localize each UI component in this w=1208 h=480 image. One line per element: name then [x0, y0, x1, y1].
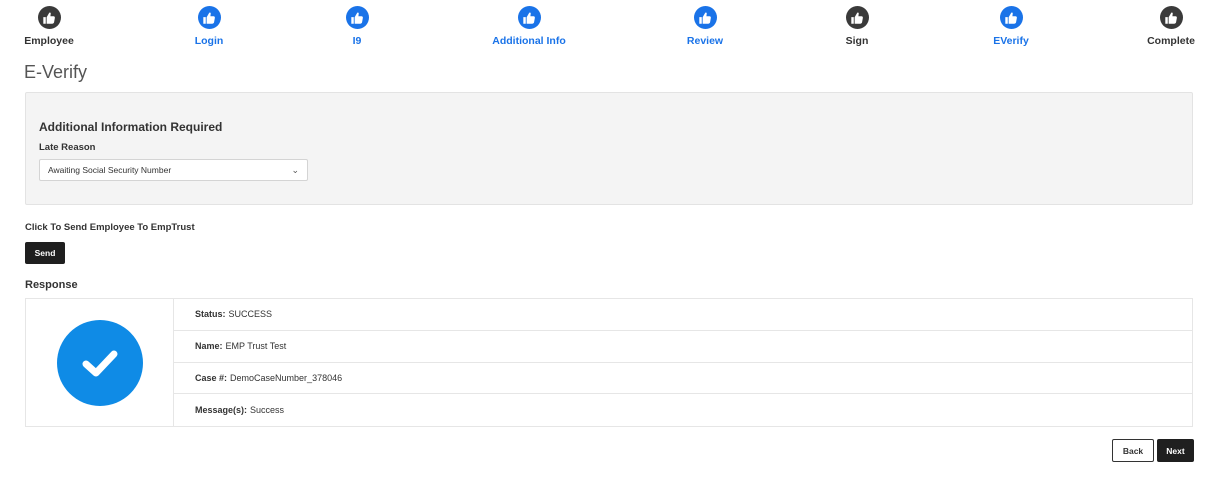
page-title: E-Verify [24, 62, 88, 82]
step-i9[interactable]: I9 [302, 6, 412, 47]
step-login[interactable]: Login [154, 6, 264, 47]
step-additional-info[interactable]: Additional Info [474, 6, 584, 47]
response-rows: Status: SUCCESS Name: EMP Trust Test Cas… [174, 299, 1192, 426]
thumbs-up-icon [37, 6, 61, 29]
panel-heading: Additional Information Required [39, 120, 223, 134]
thumbs-up-icon [845, 6, 869, 29]
step-label: I9 [352, 35, 362, 47]
row-value: DemoCaseNumber_378046 [230, 372, 343, 383]
step-label: Review [686, 35, 724, 47]
late-reason-value: Awaiting Social Security Number [48, 165, 172, 175]
response-row-case: Case #: DemoCaseNumber_378046 [174, 363, 1192, 395]
thumbs-up-icon [999, 6, 1023, 29]
response-table: Status: SUCCESS Name: EMP Trust Test Cas… [25, 298, 1193, 427]
row-label: Case #: [195, 372, 228, 383]
step-label: Login [194, 35, 224, 47]
step-complete[interactable]: Complete [1116, 6, 1208, 47]
step-employee[interactable]: Employee [0, 6, 104, 47]
send-button[interactable]: Send [25, 242, 65, 264]
thumbs-up-icon [197, 6, 221, 29]
response-icon-cell [26, 299, 174, 426]
row-label: Name: [195, 341, 223, 352]
row-label: Message(s): [195, 405, 248, 416]
row-value: EMP Trust Test [225, 341, 287, 352]
additional-info-panel: Additional Information Required Late Rea… [25, 92, 1193, 205]
thumbs-up-icon [693, 6, 717, 29]
step-label: Employee [24, 35, 74, 47]
step-label: EVerify [993, 35, 1029, 47]
step-label: Sign [845, 35, 869, 47]
response-row-status: Status: SUCCESS [174, 299, 1192, 331]
late-reason-select[interactable]: Awaiting Social Security Number ⌄ [39, 159, 308, 181]
thumbs-up-icon [1159, 6, 1183, 29]
next-button[interactable]: Next [1157, 439, 1194, 462]
row-label: Status: [195, 309, 226, 320]
check-circle-icon [56, 319, 143, 406]
response-row-name: Name: EMP Trust Test [174, 331, 1192, 363]
thumbs-up-icon [345, 6, 369, 29]
back-button[interactable]: Back [1112, 439, 1154, 462]
step-label: Complete [1147, 35, 1195, 47]
step-label: Additional Info [492, 35, 566, 47]
thumbs-up-icon [517, 6, 541, 29]
progress-stepper: Employee Login I9 Additional Info Review… [0, 0, 1208, 52]
step-review[interactable]: Review [650, 6, 760, 47]
step-sign[interactable]: Sign [802, 6, 912, 47]
row-value: SUCCESS [228, 309, 273, 320]
row-value: Success [250, 405, 285, 416]
step-everify[interactable]: EVerify [956, 6, 1066, 47]
send-prompt: Click To Send Employee To EmpTrust [25, 222, 195, 233]
chevron-down-icon: ⌄ [291, 165, 299, 175]
late-reason-label: Late Reason [39, 142, 96, 153]
response-row-messages: Message(s): Success [174, 394, 1192, 426]
response-title: Response [25, 279, 78, 291]
